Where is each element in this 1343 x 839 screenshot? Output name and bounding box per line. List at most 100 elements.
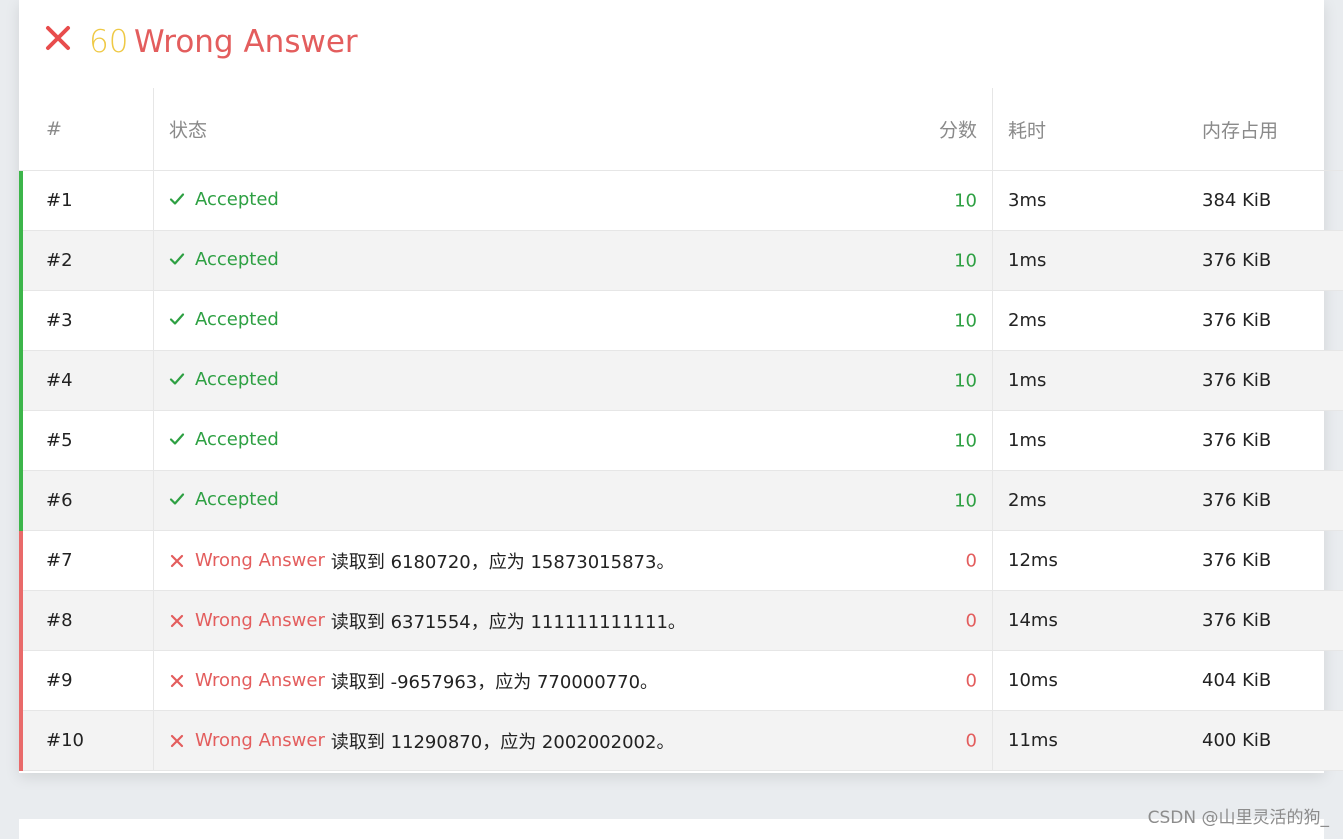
row-time: 14ms <box>992 590 1187 651</box>
row-status: Accepted <box>169 489 279 510</box>
row-score: 0 <box>965 670 977 691</box>
row-status: Wrong Answer 读取到 6180720，应为 15873015873。 <box>169 548 674 574</box>
row-num: #6 <box>46 490 73 511</box>
row-memory: 376 KiB <box>1187 410 1343 471</box>
row-num-cell: #4 <box>19 350 154 411</box>
row-status-cell: Wrong Answer 读取到 11290870，应为 2002002002。 0 <box>153 710 993 771</box>
row-score: 10 <box>954 490 977 511</box>
row-status: Accepted <box>169 249 279 270</box>
overall-status: Wrong Answer <box>134 24 358 60</box>
check-icon <box>169 193 185 205</box>
row-num: #10 <box>46 730 84 751</box>
column-header-status: 状态 <box>169 119 208 142</box>
row-memory: 376 KiB <box>1187 230 1343 291</box>
row-score: 10 <box>954 310 977 331</box>
table-row[interactable]: #7 Wrong Answer 读取到 6180720，应为 15873015873… <box>19 530 1343 591</box>
row-status-cell: Accepted 10 <box>153 470 993 531</box>
row-message: 读取到 -9657963，应为 770000770。 <box>330 671 659 693</box>
row-status-bar <box>19 471 23 531</box>
column-header-num: # <box>19 88 154 171</box>
row-status-label: Accepted <box>195 308 279 330</box>
row-status-label: Accepted <box>195 188 279 210</box>
row-num: #7 <box>46 550 73 571</box>
row-num: #8 <box>46 610 73 631</box>
row-status-label: Wrong Answer <box>195 670 325 691</box>
total-score: 60 <box>89 24 129 60</box>
row-status-cell: Accepted 10 <box>153 230 993 291</box>
row-status: Accepted <box>169 309 279 330</box>
row-num: #3 <box>46 310 73 331</box>
row-time: 1ms <box>992 410 1187 471</box>
row-status: Accepted <box>169 369 279 390</box>
row-status: Wrong Answer 读取到 11290870，应为 2002002002。 <box>169 728 674 754</box>
row-status-cell: Accepted 10 <box>153 410 993 471</box>
row-num-cell: #9 <box>19 650 154 711</box>
row-num: #1 <box>46 190 73 211</box>
row-status: Wrong Answer 读取到 -9657963，应为 770000770。 <box>169 668 658 694</box>
row-status-bar <box>19 651 23 711</box>
table-row[interactable]: #1 Accepted 10 3ms 384 KiB <box>19 170 1343 231</box>
row-num-cell: #8 <box>19 590 154 651</box>
row-num-cell: #6 <box>19 470 154 531</box>
table-row[interactable]: #6 Accepted 10 2ms 376 KiB <box>19 470 1343 531</box>
row-status-label: Accepted <box>195 248 279 270</box>
close-icon <box>46 26 70 50</box>
row-num: #9 <box>46 670 73 691</box>
row-score: 0 <box>965 550 977 571</box>
table-row[interactable]: #2 Accepted 10 1ms 376 KiB <box>19 230 1343 291</box>
check-icon <box>169 313 185 325</box>
row-time: 2ms <box>992 290 1187 351</box>
row-time: 12ms <box>992 530 1187 591</box>
row-status-bar <box>19 171 23 231</box>
row-num-cell: #10 <box>19 710 154 771</box>
row-memory: 376 KiB <box>1187 350 1343 411</box>
row-status-label: Wrong Answer <box>195 610 325 631</box>
row-score: 0 <box>965 730 977 751</box>
row-score: 0 <box>965 610 977 631</box>
table-row[interactable]: #4 Accepted 10 1ms 376 KiB <box>19 350 1343 411</box>
row-num-cell: #3 <box>19 290 154 351</box>
row-message: 读取到 6180720，应为 15873015873。 <box>330 551 675 573</box>
check-icon <box>169 493 185 505</box>
row-status-label: Wrong Answer <box>195 550 325 571</box>
row-time: 3ms <box>992 170 1187 231</box>
table-row[interactable]: #8 Wrong Answer 读取到 6371554，应为 11111111111… <box>19 590 1343 651</box>
row-status-cell: Wrong Answer 读取到 6180720，应为 15873015873。 0 <box>153 530 993 591</box>
watermark: CSDN @山里灵活的狗_ <box>1147 808 1329 828</box>
row-score: 10 <box>954 190 977 211</box>
row-time: 1ms <box>992 230 1187 291</box>
row-status-bar <box>19 531 23 591</box>
table-row[interactable]: #10 Wrong Answer 读取到 11290870，应为 200200200… <box>19 710 1343 771</box>
row-status-label: Accepted <box>195 428 279 450</box>
check-icon <box>169 373 185 385</box>
close-icon <box>170 554 184 567</box>
row-score: 10 <box>954 370 977 391</box>
row-status: Accepted <box>169 429 279 450</box>
row-num-cell: #2 <box>19 230 154 291</box>
row-memory: 400 KiB <box>1187 710 1343 771</box>
row-status-bar <box>19 411 23 471</box>
row-time: 10ms <box>992 650 1187 711</box>
table-row[interactable]: #9 Wrong Answer 读取到 -9657963，应为 770000770。… <box>19 650 1343 711</box>
column-header-score: 分数 <box>938 119 977 142</box>
column-header-status-score: 状态 分数 <box>153 88 993 171</box>
column-header-memory: 内存占用 <box>1187 88 1343 171</box>
submission-result-card: 60 Wrong Answer # 状态 分数 耗时 内存占用 #1 Accept… <box>19 0 1343 773</box>
row-time: 1ms <box>992 350 1187 411</box>
check-icon <box>169 253 185 265</box>
check-icon <box>169 433 185 445</box>
row-score: 10 <box>954 250 977 271</box>
row-time: 11ms <box>992 710 1187 771</box>
row-status-cell: Accepted 10 <box>153 290 993 351</box>
close-icon <box>170 734 184 747</box>
row-status-cell: Accepted 10 <box>153 170 993 231</box>
row-status-label: Wrong Answer <box>195 730 325 751</box>
close-icon <box>170 674 184 687</box>
row-num: #2 <box>46 250 73 271</box>
table-row[interactable]: #5 Accepted 10 1ms 376 KiB <box>19 410 1343 471</box>
row-memory: 376 KiB <box>1187 590 1343 651</box>
column-header-time: 耗时 <box>992 88 1187 171</box>
row-status-bar <box>19 351 23 411</box>
row-status: Accepted <box>169 189 279 210</box>
table-row[interactable]: #3 Accepted 10 2ms 376 KiB <box>19 290 1343 351</box>
